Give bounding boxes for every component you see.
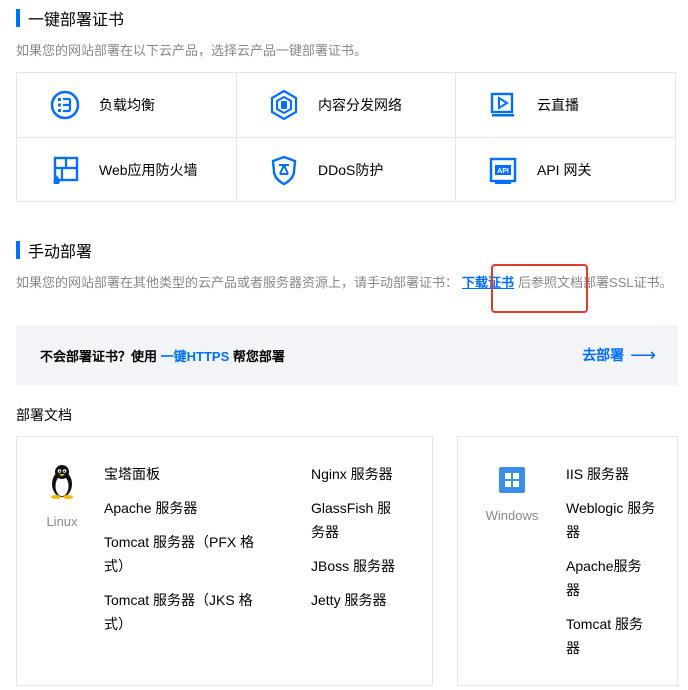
doc-link[interactable]: Apache服务器 <box>566 554 650 602</box>
product-label: DDoS防护 <box>318 162 384 178</box>
doc-link[interactable]: Nginx 服务器 <box>311 462 411 486</box>
doc-link[interactable]: JBoss 服务器 <box>311 554 411 578</box>
linux-penguin-icon <box>47 463 77 504</box>
windows-label: Windows <box>485 508 539 523</box>
banner-question: 不会部署证书？使用 一键HTTPS 帮您部署 <box>40 346 285 365</box>
doc-link[interactable]: Jetty 服务器 <box>311 588 411 612</box>
docs-title: 部署文档 <box>16 407 72 423</box>
product-label: 云直播 <box>537 97 579 113</box>
cdn-icon <box>268 89 300 121</box>
go-deploy-button[interactable]: 去部署 ⟶ <box>582 345 656 365</box>
banner-text: 帮您部署 <box>229 348 285 364</box>
highlight-annotation <box>491 264 588 313</box>
product-ddos[interactable]: DDoS防护 <box>236 138 456 202</box>
manual-section-title: 手动部署 <box>16 238 92 262</box>
title-accent-bar <box>16 9 20 27</box>
doc-link[interactable]: GlassFish 服务器 <box>311 496 401 544</box>
go-deploy-label: 去部署 <box>582 347 625 363</box>
waf-icon <box>49 154 81 186</box>
product-live-stream[interactable]: 云直播 <box>455 73 675 137</box>
one-click-desc: 如果您的网站部署在以下云产品，选择云产品一键部署证书。 <box>16 43 368 58</box>
ddos-shield-icon <box>268 154 300 186</box>
product-api-gateway[interactable]: API API 网关 <box>455 138 675 202</box>
product-label: API 网关 <box>537 162 592 178</box>
one-click-title: 一键部署证书 <box>28 12 125 29</box>
doc-link[interactable]: 宝塔面板 <box>104 462 284 486</box>
title-accent-bar <box>16 241 20 259</box>
product-waf[interactable]: Web应用防火墙 <box>17 138 237 202</box>
live-stream-icon <box>487 89 519 121</box>
product-load-balancer[interactable]: 负载均衡 <box>17 73 237 137</box>
product-label: Web应用防火墙 <box>99 162 198 178</box>
arrow-right-icon: ⟶ <box>630 345 656 365</box>
product-cdn[interactable]: 内容分发网络 <box>236 73 456 137</box>
doc-link[interactable]: Tomcat 服务器（PFX 格式） <box>104 530 272 578</box>
load-balancer-icon <box>49 89 81 121</box>
doc-link[interactable]: Tomcat 服务器（JKS 格式） <box>104 588 272 636</box>
windows-logo-icon <box>499 467 525 498</box>
product-grid: 负载均衡 内容分发网络 云直播 Web应用防火墙 DDoS防护 API API … <box>16 72 676 202</box>
one-click-https-link[interactable]: 一键HTTPS <box>161 349 230 364</box>
doc-link[interactable]: Tomcat 服务器 <box>566 612 656 660</box>
linux-label: Linux <box>46 514 78 529</box>
product-label: 负载均衡 <box>99 97 155 113</box>
linux-docs-card: Linux 宝塔面板 Apache 服务器 Tomcat 服务器（PFX 格式）… <box>16 436 433 686</box>
api-gateway-icon: API <box>487 154 519 186</box>
product-label: 内容分发网络 <box>318 97 402 113</box>
doc-link[interactable]: IIS 服务器 <box>566 462 666 486</box>
one-click-section-title: 一键部署证书 <box>16 6 124 30</box>
doc-link[interactable]: Apache 服务器 <box>104 496 284 520</box>
banner-text: 不会部署证书？使用 <box>40 348 161 364</box>
https-banner: 不会部署证书？使用 一键HTTPS 帮您部署 去部署 ⟶ <box>16 325 678 385</box>
manual-desc-text: 如果您的网站部署在其他类型的云产品或者服务器资源上，请手动部署证书： <box>16 275 459 290</box>
svg-text:API: API <box>497 168 509 175</box>
manual-title: 手动部署 <box>28 244 93 261</box>
windows-os: Windows <box>476 467 548 523</box>
linux-os: Linux <box>35 463 89 529</box>
windows-docs-card: Windows IIS 服务器 Weblogic 服务器 Apache服务器 T… <box>457 436 678 686</box>
doc-link[interactable]: Weblogic 服务器 <box>566 496 656 544</box>
